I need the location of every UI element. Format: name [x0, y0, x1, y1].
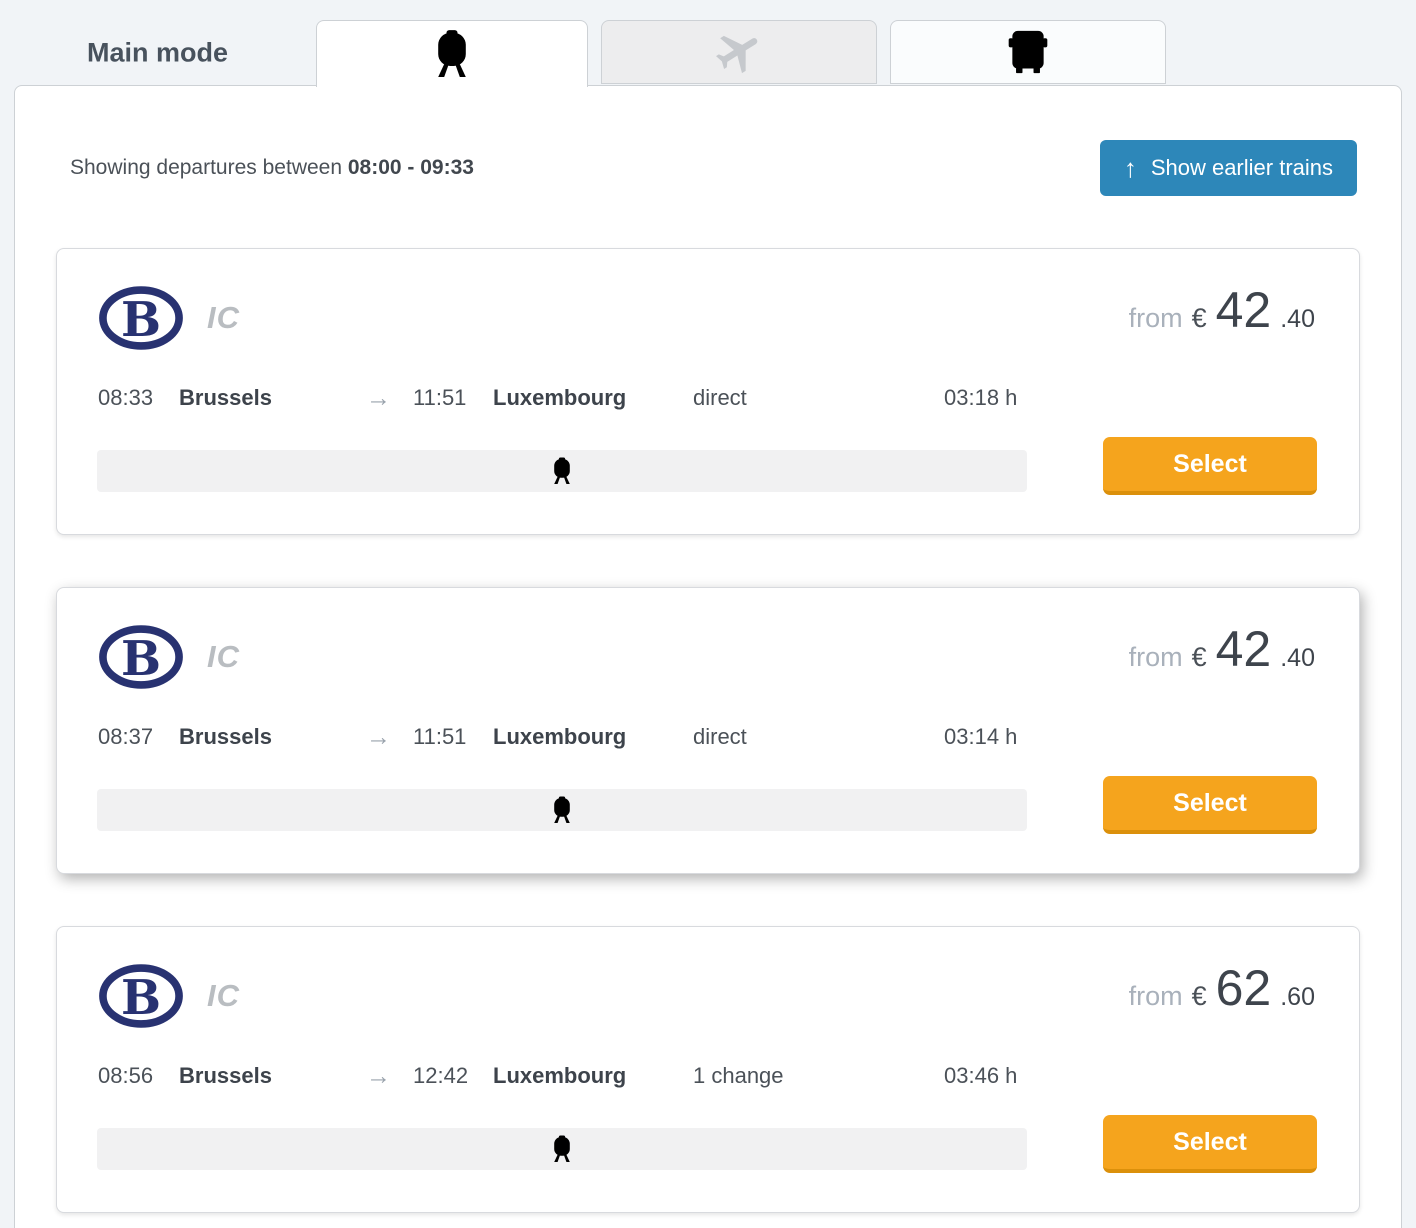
route-timeline-bar [97, 450, 1027, 492]
journey-summary: 08:56 Brussels → 12:42 Luxembourg 1 chan… [57, 1063, 1359, 1089]
train-type-label: IC [207, 300, 240, 336]
departure-city: Brussels [179, 1063, 366, 1089]
price-from-label: from [1129, 642, 1183, 673]
tab-plane[interactable] [601, 20, 877, 84]
departure-time: 08:56 [98, 1063, 179, 1089]
plane-icon [703, 16, 775, 88]
arrival-time: 12:42 [413, 1063, 493, 1089]
departures-range-text: Showing departures between 08:00 - 09:33 [56, 156, 474, 180]
svg-text:B: B [121, 293, 161, 348]
price-cents: .40 [1280, 644, 1315, 673]
train-icon [549, 457, 575, 485]
journey-card[interactable]: B IC from € 42 .40 08:33 Brussels → 11:5… [56, 248, 1360, 535]
duration-label: 03:18 h [944, 385, 1017, 411]
price: from € 42 .40 [1129, 624, 1315, 674]
price-whole: 42 [1216, 624, 1272, 674]
svg-text:B: B [121, 632, 161, 687]
price: from € 42 .40 [1129, 285, 1315, 335]
showing-label: Showing departures between [70, 156, 342, 179]
price-whole: 62 [1216, 963, 1272, 1013]
journey-list: B IC from € 42 .40 08:33 Brussels → 11:5… [15, 248, 1401, 1213]
price-currency: € [1192, 642, 1207, 673]
arrival-city: Luxembourg [493, 385, 693, 411]
departure-time: 08:37 [98, 724, 179, 750]
train-icon [549, 1135, 575, 1163]
tab-train[interactable] [316, 20, 588, 87]
price-cents: .60 [1280, 983, 1315, 1012]
select-button[interactable]: Select [1103, 437, 1317, 495]
tab-bus[interactable] [890, 20, 1166, 84]
price-cents: .40 [1280, 305, 1315, 334]
select-button[interactable]: Select [1103, 1115, 1317, 1173]
svg-text:B: B [121, 971, 161, 1026]
price-from-label: from [1129, 303, 1183, 334]
main-mode-label: Main mode [87, 38, 228, 69]
price-whole: 42 [1216, 285, 1272, 335]
duration-label: 03:14 h [944, 724, 1017, 750]
train-icon [549, 796, 575, 824]
stops-label: direct [693, 385, 944, 411]
price-from-label: from [1129, 981, 1183, 1012]
mode-tabs-bar: Main mode [0, 20, 1416, 86]
departure-city: Brussels [179, 724, 366, 750]
carrier-info: B IC [97, 624, 240, 690]
price: from € 62 .60 [1129, 963, 1315, 1013]
price-currency: € [1192, 303, 1207, 334]
price-currency: € [1192, 981, 1207, 1012]
time-range: 08:00 - 09:33 [348, 156, 474, 179]
departure-time: 08:33 [98, 385, 179, 411]
journey-summary: 08:37 Brussels → 11:51 Luxembourg direct… [57, 724, 1359, 750]
departure-city: Brussels [179, 385, 366, 411]
carrier-info: B IC [97, 285, 240, 351]
train-type-label: IC [207, 978, 240, 1014]
route-timeline-bar [97, 1128, 1027, 1170]
arrival-city: Luxembourg [493, 724, 693, 750]
journey-card[interactable]: B IC from € 42 .40 08:37 Brussels → 11:5… [56, 587, 1360, 874]
arrival-city: Luxembourg [493, 1063, 693, 1089]
select-button[interactable]: Select [1103, 776, 1317, 834]
results-header: Showing departures between 08:00 - 09:33… [15, 86, 1401, 196]
train-icon [429, 30, 475, 78]
show-earlier-label: Show earlier trains [1151, 155, 1333, 181]
journey-summary: 08:33 Brussels → 11:51 Luxembourg direct… [57, 385, 1359, 411]
results-panel: Showing departures between 08:00 - 09:33… [14, 85, 1402, 1228]
arrow-right-icon: → [366, 385, 413, 411]
arrival-time: 11:51 [413, 385, 493, 411]
bus-icon [1005, 29, 1051, 75]
arrow-right-icon: → [366, 1063, 413, 1089]
carrier-info: B IC [97, 963, 240, 1029]
sncb-logo-icon: B [97, 285, 185, 351]
stops-label: direct [693, 724, 944, 750]
show-earlier-trains-button[interactable]: ↑ Show earlier trains [1100, 140, 1357, 196]
train-type-label: IC [207, 639, 240, 675]
arrow-right-icon: → [366, 724, 413, 750]
duration-label: 03:46 h [944, 1063, 1017, 1089]
arrival-time: 11:51 [413, 724, 493, 750]
sncb-logo-icon: B [97, 624, 185, 690]
arrow-up-icon: ↑ [1124, 155, 1137, 181]
route-timeline-bar [97, 789, 1027, 831]
journey-card[interactable]: B IC from € 62 .60 08:56 Brussels → 12:4… [56, 926, 1360, 1213]
stops-label: 1 change [693, 1063, 944, 1089]
sncb-logo-icon: B [97, 963, 185, 1029]
